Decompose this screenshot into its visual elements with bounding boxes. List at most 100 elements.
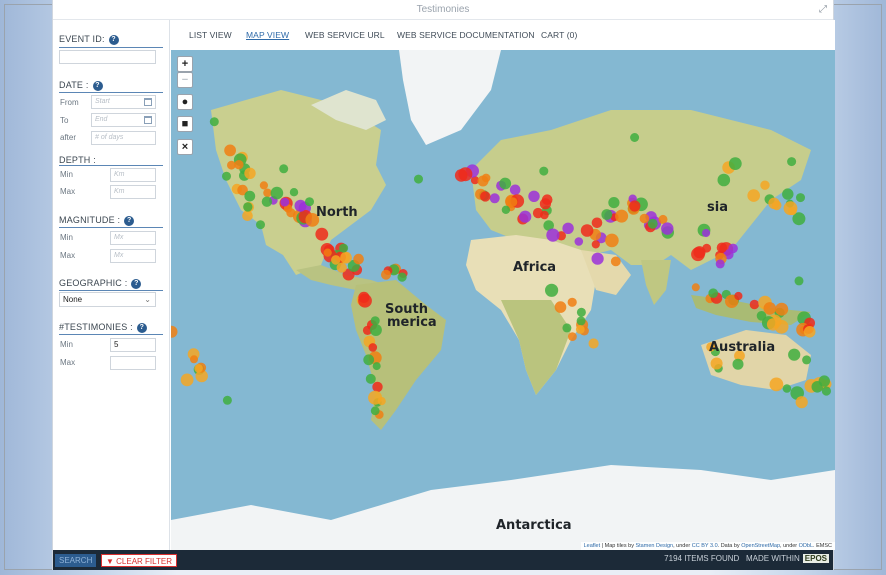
testimony-marker[interactable] (567, 297, 577, 307)
testimony-marker[interactable] (353, 253, 364, 265)
zoom-out-button[interactable]: − (177, 72, 193, 88)
testimony-marker[interactable] (489, 193, 500, 204)
testimony-marker[interactable] (363, 354, 375, 366)
testimony-marker[interactable] (629, 200, 641, 212)
testimony-marker[interactable] (369, 324, 382, 336)
testimony-marker[interactable] (647, 218, 658, 229)
testimony-marker[interactable] (519, 210, 532, 223)
testimony-marker[interactable] (768, 197, 780, 209)
testimony-marker[interactable] (244, 167, 256, 179)
testimony-marker[interactable] (270, 186, 284, 200)
testimony-marker[interactable] (766, 318, 780, 331)
calendar-icon[interactable] (144, 116, 152, 124)
testimony-marker[interactable] (576, 316, 586, 326)
testimony-marker[interactable] (554, 301, 567, 313)
testimony-marker[interactable] (263, 188, 272, 198)
testimony-marker[interactable] (708, 288, 718, 298)
testimony-marker[interactable] (315, 227, 329, 241)
testimony-marker[interactable] (171, 325, 178, 338)
testimony-marker[interactable] (818, 375, 830, 387)
testimony-marker[interactable] (222, 171, 231, 181)
help-icon[interactable]: ? (124, 215, 135, 226)
testimony-marker[interactable] (305, 197, 314, 207)
testimony-marker[interactable] (370, 316, 380, 326)
testimony-marker[interactable] (803, 326, 816, 338)
testimonies-max-input[interactable] (110, 356, 156, 370)
testimony-marker[interactable] (601, 209, 613, 220)
testimony-marker[interactable] (331, 255, 341, 265)
world-map[interactable] (171, 50, 835, 550)
odbl-link[interactable]: ODbL (799, 543, 813, 549)
testimony-marker[interactable] (279, 164, 289, 174)
testimony-marker[interactable] (782, 188, 794, 200)
testimony-marker[interactable] (691, 283, 700, 292)
testimony-marker[interactable] (377, 397, 386, 406)
testimony-marker[interactable] (336, 262, 347, 273)
testimony-marker[interactable] (480, 191, 491, 202)
draw-circle-button[interactable]: ● (177, 94, 193, 110)
testimony-marker[interactable] (591, 217, 603, 229)
calendar-icon[interactable] (144, 98, 152, 106)
testimony-marker[interactable] (242, 210, 253, 221)
testimony-marker[interactable] (734, 291, 743, 301)
testimony-marker[interactable] (372, 362, 381, 371)
testimony-marker[interactable] (323, 248, 332, 257)
testimony-marker[interactable] (710, 357, 723, 370)
tab-cart[interactable]: CART (0) (541, 30, 577, 40)
event-id-input[interactable] (59, 50, 156, 64)
testimony-marker[interactable] (794, 276, 804, 286)
tab-list-view[interactable]: LIST VIEW (189, 30, 232, 40)
testimony-marker[interactable] (788, 348, 801, 361)
testimony-marker[interactable] (591, 240, 600, 249)
help-icon[interactable]: ? (136, 322, 147, 333)
date-from-input[interactable]: Start (91, 95, 156, 109)
testimony-marker[interactable] (763, 302, 777, 315)
testimony-marker[interactable] (244, 190, 256, 202)
geographic-select[interactable]: None ⌄ (59, 292, 156, 307)
testimony-marker[interactable] (545, 283, 559, 297)
testimony-marker[interactable] (562, 323, 572, 333)
testimony-marker[interactable] (339, 243, 349, 253)
help-icon[interactable]: ? (108, 34, 119, 45)
testimony-marker[interactable] (397, 272, 407, 282)
draw-rectangle-button[interactable]: ■ (177, 116, 193, 132)
search-button[interactable]: SEARCH (55, 554, 97, 567)
testimony-marker[interactable] (782, 384, 792, 393)
testimony-marker[interactable] (630, 133, 640, 142)
testimony-marker[interactable] (749, 299, 760, 310)
ccby-link[interactable]: CC BY 3.0 (692, 543, 718, 549)
testimony-marker[interactable] (477, 175, 489, 187)
zoom-in-button[interactable]: + (177, 56, 193, 72)
date-after-input[interactable]: # of days (91, 131, 156, 145)
magnitude-min-input[interactable]: Mx (110, 231, 156, 245)
testimony-marker[interactable] (639, 213, 650, 224)
testimony-marker[interactable] (747, 189, 760, 202)
testimony-marker[interactable] (340, 251, 352, 264)
help-icon[interactable]: ? (92, 80, 103, 91)
testimony-marker[interactable] (575, 325, 585, 334)
testimony-marker[interactable] (546, 228, 560, 242)
clear-shape-button[interactable]: × (177, 139, 193, 155)
depth-min-input[interactable]: Km (110, 168, 156, 182)
testimony-marker[interactable] (775, 302, 789, 316)
magnitude-max-input[interactable]: Mx (110, 249, 156, 263)
testimony-marker[interactable] (821, 386, 832, 396)
tab-web-service-url[interactable]: WEB SERVICE URL (305, 30, 385, 40)
testimony-marker[interactable] (787, 157, 797, 167)
testimony-marker[interactable] (562, 222, 574, 234)
testimony-marker[interactable] (661, 222, 674, 235)
testimony-marker[interactable] (732, 358, 744, 370)
testimony-marker[interactable] (289, 188, 299, 197)
testimony-marker[interactable] (728, 157, 742, 170)
testimony-marker[interactable] (528, 190, 540, 202)
testimony-marker[interactable] (610, 256, 621, 267)
testimony-marker[interactable] (209, 117, 219, 127)
testimony-marker[interactable] (372, 381, 383, 393)
testimony-marker[interactable] (760, 180, 770, 190)
help-icon[interactable]: ? (131, 278, 142, 289)
testimony-marker[interactable] (256, 220, 265, 230)
testimony-marker[interactable] (501, 205, 511, 214)
testimony-marker[interactable] (358, 291, 370, 303)
testimony-marker[interactable] (795, 396, 808, 409)
testimony-marker[interactable] (259, 181, 268, 190)
